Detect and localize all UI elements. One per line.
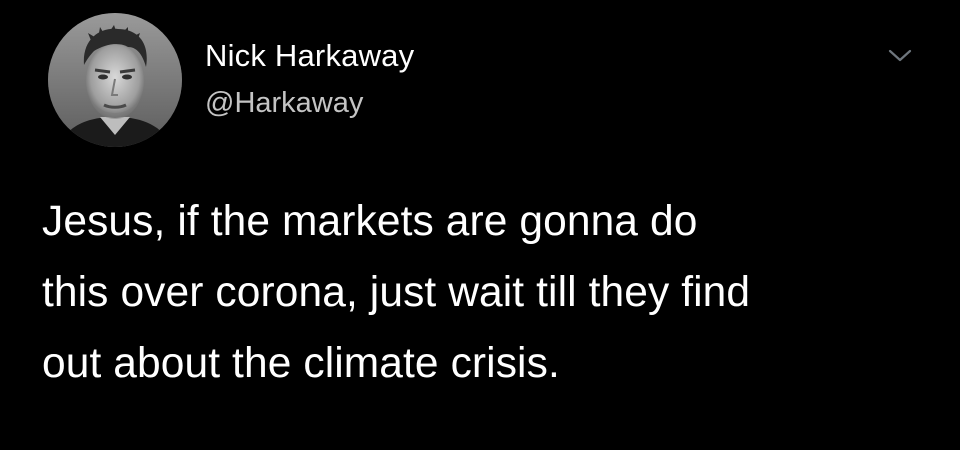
tweet-text-line: this over corona, just wait till they fi… (42, 269, 751, 316)
profile-photo-icon (48, 13, 182, 147)
tweet-text-line: Jesus, if the markets are gonna do (42, 198, 698, 245)
tweet-text-line: out about the climate crisis. (42, 340, 560, 387)
chevron-down-icon (888, 49, 912, 62)
tweet-card: Nick Harkaway @Harkaway Jesus, if the ma… (0, 0, 960, 450)
tweet-menu-button[interactable] (886, 46, 914, 66)
tweet-text: Jesus, if the markets are gonna do this … (42, 186, 932, 399)
avatar[interactable] (48, 13, 182, 147)
author-display-name[interactable]: Nick Harkaway (205, 38, 414, 74)
author-handle[interactable]: @Harkaway (205, 87, 363, 120)
